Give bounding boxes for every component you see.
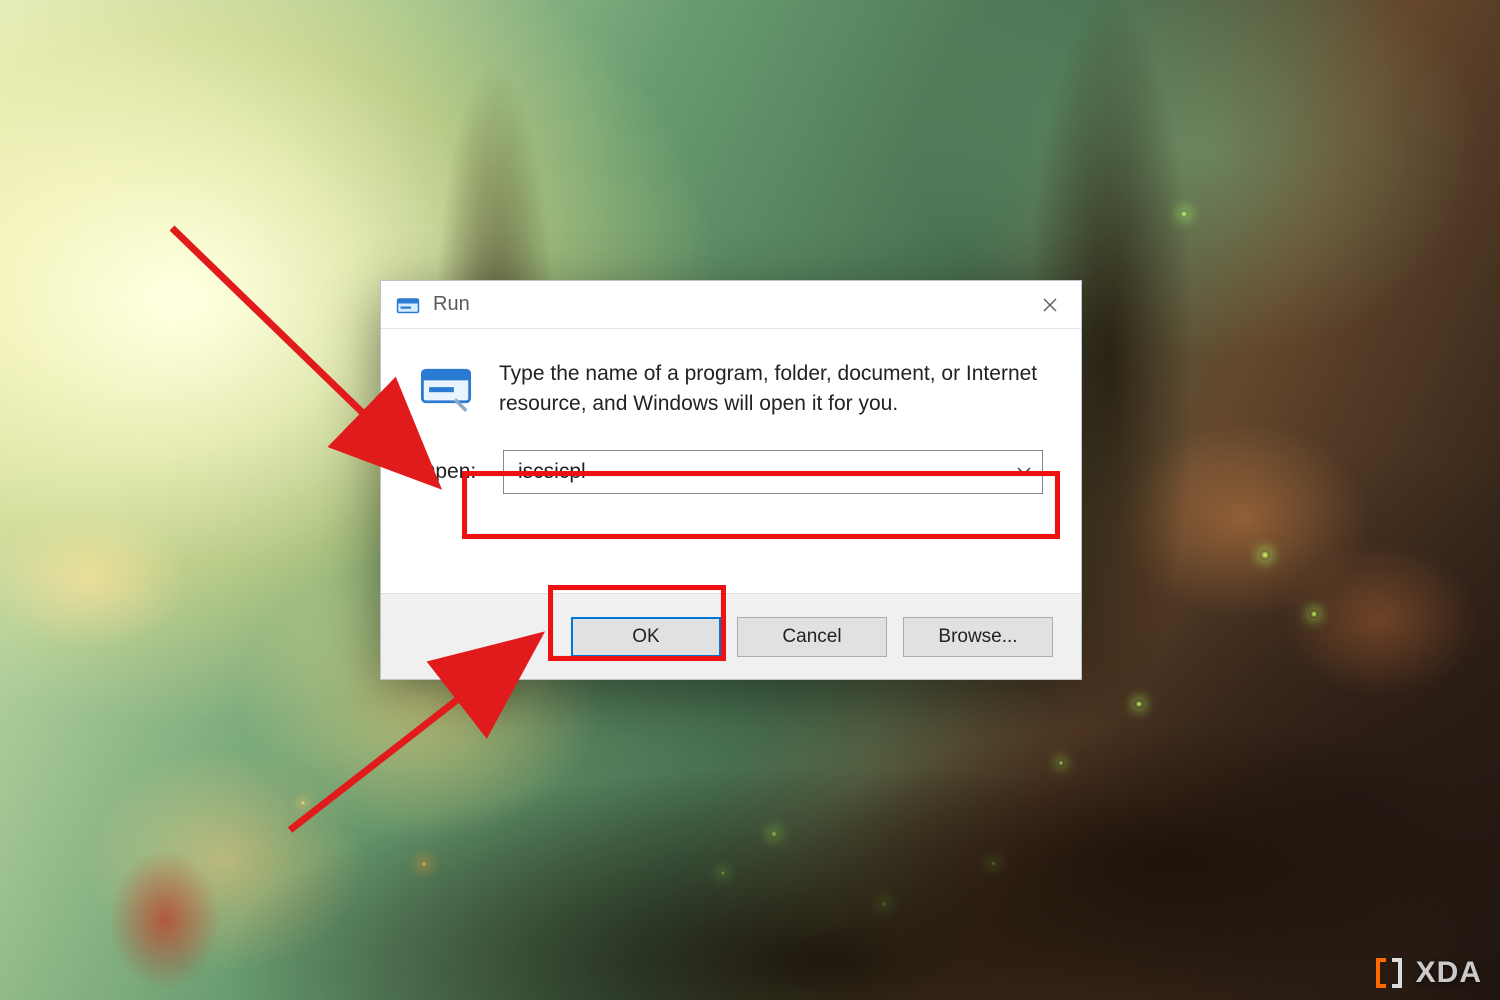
open-combobox[interactable] [503, 450, 1043, 494]
combobox-dropdown-button[interactable] [1006, 463, 1042, 481]
cancel-button[interactable]: Cancel [737, 617, 887, 657]
titlebar[interactable]: Run [381, 281, 1081, 329]
xda-bracket-icon [1372, 956, 1406, 990]
chevron-down-icon [1017, 466, 1031, 476]
open-label: Open: [419, 460, 483, 484]
dialog-body: Type the name of a program, folder, docu… [381, 329, 1081, 494]
xda-watermark-text: XDA [1416, 956, 1482, 990]
xda-watermark: XDA [1372, 956, 1482, 990]
browse-button[interactable]: Browse... [903, 617, 1053, 657]
run-app-icon [395, 292, 421, 318]
dialog-button-row: OK Cancel Browse... [381, 593, 1081, 679]
run-dialog: Run Type the name of a program, folder, … [380, 280, 1082, 680]
close-button[interactable] [1018, 281, 1082, 329]
open-input[interactable] [504, 451, 1006, 493]
ok-button[interactable]: OK [571, 617, 721, 657]
dialog-title: Run [433, 293, 470, 316]
close-icon [1042, 297, 1058, 313]
dialog-description: Type the name of a program, folder, docu… [499, 359, 1043, 420]
run-large-icon [419, 359, 473, 413]
